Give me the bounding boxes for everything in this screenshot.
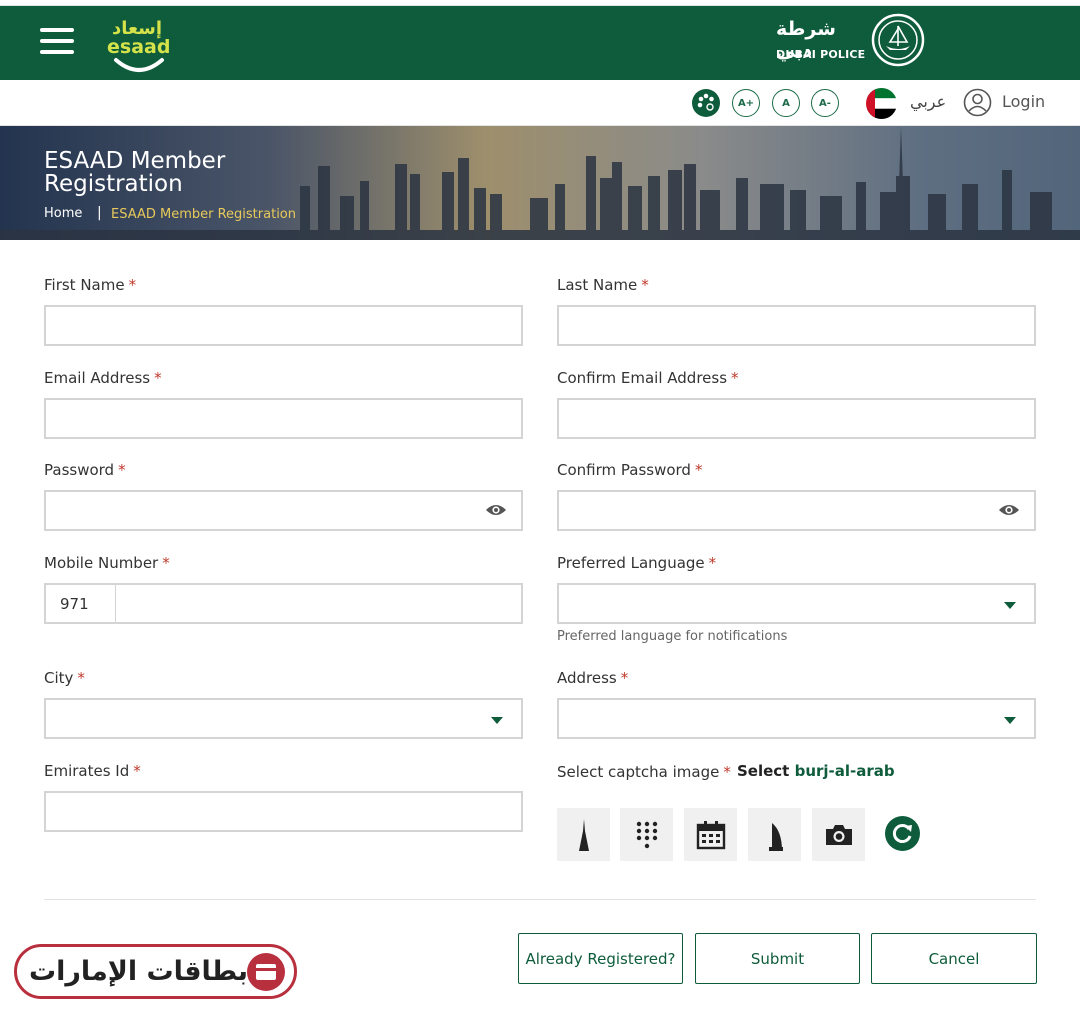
password-label: Password * [44, 461, 126, 479]
required-mark: * [620, 669, 629, 687]
chevron-down-icon [1004, 602, 1016, 609]
required-mark: * [118, 461, 126, 479]
font-normal-button[interactable]: A [772, 89, 800, 117]
already-registered-button[interactable]: Already Registered? [518, 933, 683, 984]
preferred-language-hint: Preferred language for notifications [557, 629, 788, 644]
captcha-label: Select captcha image * [557, 763, 731, 781]
required-mark: * [77, 669, 85, 687]
submit-button[interactable]: Submit [695, 933, 860, 984]
first-name-label: First Name * [44, 276, 137, 294]
font-increase-button[interactable]: A+ [732, 89, 760, 117]
chevron-down-icon [1004, 717, 1016, 724]
required-mark: * [731, 369, 739, 387]
last-name-input[interactable] [557, 305, 1036, 346]
required-mark: * [154, 369, 162, 387]
breadcrumb-separator: | [97, 205, 102, 221]
page-banner: ESAAD Member Registration Home | ESAAD M… [0, 126, 1080, 240]
captcha-keypad-icon[interactable] [620, 808, 673, 861]
required-mark: * [133, 762, 141, 780]
breadcrumb-home-link[interactable]: Home [44, 206, 82, 221]
login-link[interactable]: Login [1002, 92, 1045, 111]
country-code-prefix: 971 [46, 585, 116, 622]
preferred-language-label: Preferred Language * [557, 554, 717, 572]
first-name-input[interactable] [44, 305, 523, 346]
preferred-language-select[interactable] [557, 583, 1036, 624]
captcha-camera-icon[interactable] [812, 808, 865, 861]
color-palette-icon[interactable] [692, 89, 720, 117]
dubai-police-logo[interactable]: شرطة دبي DUBAI POLICE [776, 12, 926, 74]
city-select[interactable] [44, 698, 523, 739]
captcha-burj-al-arab-icon[interactable] [748, 808, 801, 861]
esaad-logo[interactable]: إسعاد esaad [104, 14, 174, 74]
required-mark: * [162, 554, 170, 572]
required-mark: * [723, 763, 731, 781]
confirm-password-label: Confirm Password * [557, 461, 703, 479]
font-decrease-button[interactable]: A- [811, 89, 839, 117]
email-input[interactable] [44, 398, 523, 439]
language-switch-link[interactable]: عربي [910, 92, 946, 111]
esaad-logo-en: esaad [107, 36, 170, 58]
email-label: Email Address * [44, 369, 162, 387]
page-title: ESAAD Member Registration [44, 148, 226, 197]
last-name-label: Last Name * [557, 276, 649, 294]
mobile-label: Mobile Number * [44, 554, 170, 572]
breadcrumb-current: ESAAD Member Registration [111, 207, 296, 222]
captcha-burj-khalifa-icon[interactable] [557, 808, 610, 861]
header-bar: إسعاد esaad شرطة دبي DUBAI POLICE [0, 6, 1080, 80]
confirm-email-input[interactable] [557, 398, 1036, 439]
watermark-text: بطاقات الإمارات [29, 956, 249, 987]
chevron-down-icon [491, 717, 503, 724]
required-mark: * [694, 461, 703, 479]
police-logo-en: DUBAI POLICE [776, 48, 866, 61]
emirates-id-label: Emirates Id * [44, 762, 141, 780]
card-icon [247, 953, 285, 991]
password-input[interactable] [44, 490, 523, 531]
utility-bar: A+ A A- عربي Login [0, 80, 1080, 126]
required-mark: * [128, 276, 137, 294]
hamburger-menu-button[interactable] [40, 28, 74, 56]
cancel-button[interactable]: Cancel [871, 933, 1037, 984]
user-icon[interactable] [963, 88, 992, 117]
address-label: Address * [557, 669, 629, 687]
captcha-calendar-icon[interactable] [684, 808, 737, 861]
required-mark: * [641, 276, 649, 294]
confirm-password-input[interactable] [557, 490, 1036, 531]
captcha-refresh-icon[interactable] [885, 816, 920, 851]
mobile-input[interactable]: 971 [44, 583, 523, 624]
police-emblem-icon [871, 13, 925, 67]
show-password-eye-icon[interactable] [998, 502, 1020, 518]
confirm-email-label: Confirm Email Address * [557, 369, 739, 387]
watermark-badge: بطاقات الإمارات [14, 944, 297, 999]
uae-flag-icon[interactable] [866, 88, 897, 119]
address-select[interactable] [557, 698, 1036, 739]
form-divider [44, 899, 1036, 900]
required-mark: * [708, 554, 717, 572]
city-label: City * [44, 669, 85, 687]
captcha-instruction: Select burj-al-arab [737, 762, 895, 780]
show-password-eye-icon[interactable] [485, 502, 507, 518]
emirates-id-input[interactable] [44, 791, 523, 832]
